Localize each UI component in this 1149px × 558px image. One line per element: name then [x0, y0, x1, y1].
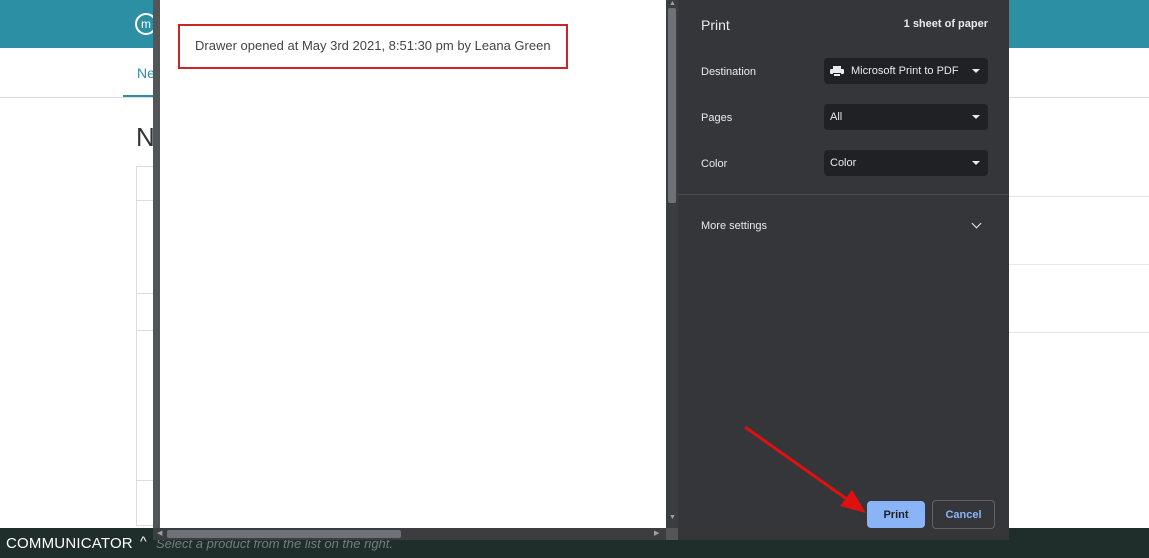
scroll-up-icon[interactable]: ▲: [669, 0, 676, 7]
color-label: Color: [701, 158, 728, 170]
app-right-divider: [1008, 196, 1149, 197]
settings-divider: [678, 194, 1009, 195]
drawer-opened-text: Drawer opened at May 3rd 2021, 8:51:30 p…: [195, 38, 551, 53]
more-settings-toggle[interactable]: More settings: [701, 220, 767, 232]
sheet-count: 1 sheet of paper: [903, 18, 988, 30]
printer-icon: [830, 66, 844, 77]
print-preview-area: Drawer opened at May 3rd 2021, 8:51:30 p…: [153, 0, 678, 540]
dropdown-arrow-icon: [972, 161, 980, 165]
pages-select[interactable]: All: [824, 104, 988, 130]
destination-value: Microsoft Print to PDF: [851, 65, 959, 77]
scroll-down-icon[interactable]: ▼: [669, 514, 676, 521]
pages-label: Pages: [701, 112, 733, 124]
vertical-scroll-thumb[interactable]: [668, 8, 676, 203]
print-button[interactable]: Print: [867, 501, 925, 528]
print-settings-panel: Print 1 sheet of paper Destination Micro…: [678, 0, 1009, 540]
print-preview-page: Drawer opened at May 3rd 2021, 8:51:30 p…: [160, 0, 666, 528]
communicator-title: COMMUNICATOR: [6, 535, 133, 552]
destination-select[interactable]: Microsoft Print to PDF: [824, 58, 988, 84]
print-title: Print: [701, 17, 730, 33]
horizontal-scroll-thumb[interactable]: [167, 530, 401, 538]
cancel-button[interactable]: Cancel: [932, 500, 995, 529]
scroll-left-icon[interactable]: ◀: [157, 529, 162, 537]
app-right-divider: [1008, 332, 1149, 333]
scroll-right-icon[interactable]: ▶: [654, 529, 659, 537]
print-dialog: Drawer opened at May 3rd 2021, 8:51:30 p…: [153, 0, 1009, 540]
destination-label: Destination: [701, 66, 757, 78]
caret-up-icon[interactable]: ^: [140, 533, 147, 549]
app-page-title: N: [136, 122, 155, 152]
dropdown-arrow-icon: [972, 69, 980, 73]
chevron-down-icon[interactable]: [971, 218, 982, 229]
preview-horizontal-scrollbar[interactable]: ◀ ▶: [153, 528, 666, 540]
dropdown-arrow-icon: [972, 115, 980, 119]
color-value: Color: [830, 157, 857, 169]
preview-vertical-scrollbar[interactable]: ▲ ▼: [666, 0, 678, 528]
color-select[interactable]: Color: [824, 150, 988, 176]
app-right-divider: [1008, 264, 1149, 265]
pages-value: All: [830, 111, 843, 123]
